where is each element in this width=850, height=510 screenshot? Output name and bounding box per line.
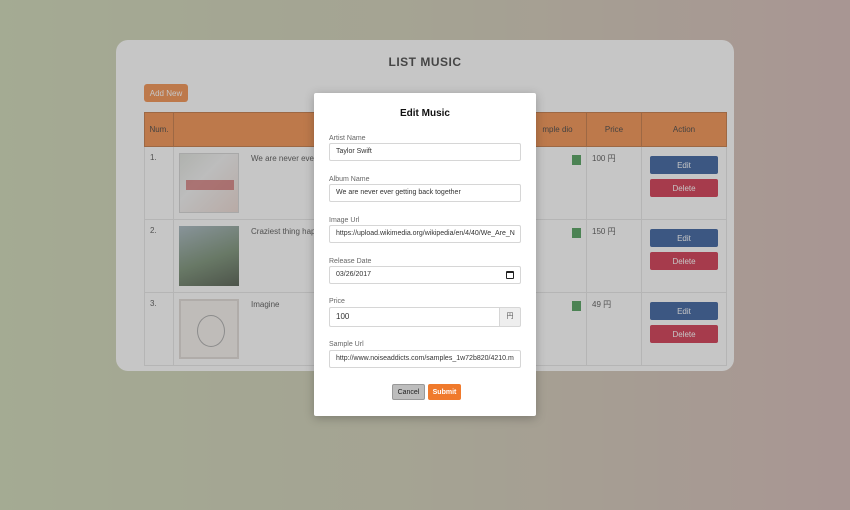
image-url-label: Image Url (329, 217, 360, 224)
sample-url-input[interactable]: http://www.noiseaddicts.com/samples_1w72… (329, 350, 521, 368)
album-name-input[interactable]: We are never ever getting back together (329, 184, 521, 202)
edit-music-modal: Edit Music Artist Name Taylor Swift Albu… (314, 93, 536, 416)
artist-name-label: Artist Name (329, 135, 366, 142)
price-input-group: 100 円 (329, 307, 521, 327)
album-name-label: Album Name (329, 176, 370, 183)
release-date-value: 03/26/2017 (336, 271, 372, 278)
cancel-button[interactable]: Cancel (392, 384, 425, 400)
price-input[interactable]: 100 (329, 307, 499, 327)
release-date-label: Release Date (329, 258, 372, 265)
modal-title: Edit Music (399, 108, 450, 119)
sample-url-label: Sample Url (329, 341, 364, 348)
artist-name-input[interactable]: Taylor Swift (329, 143, 521, 161)
submit-button[interactable]: Submit (428, 384, 461, 400)
calendar-icon[interactable] (506, 271, 514, 279)
price-label: Price (329, 298, 345, 305)
currency-addon: 円 (499, 307, 521, 327)
image-url-input[interactable]: https://upload.wikimedia.org/wikipedia/e… (329, 225, 521, 243)
release-date-input[interactable]: 03/26/2017 (329, 266, 521, 284)
